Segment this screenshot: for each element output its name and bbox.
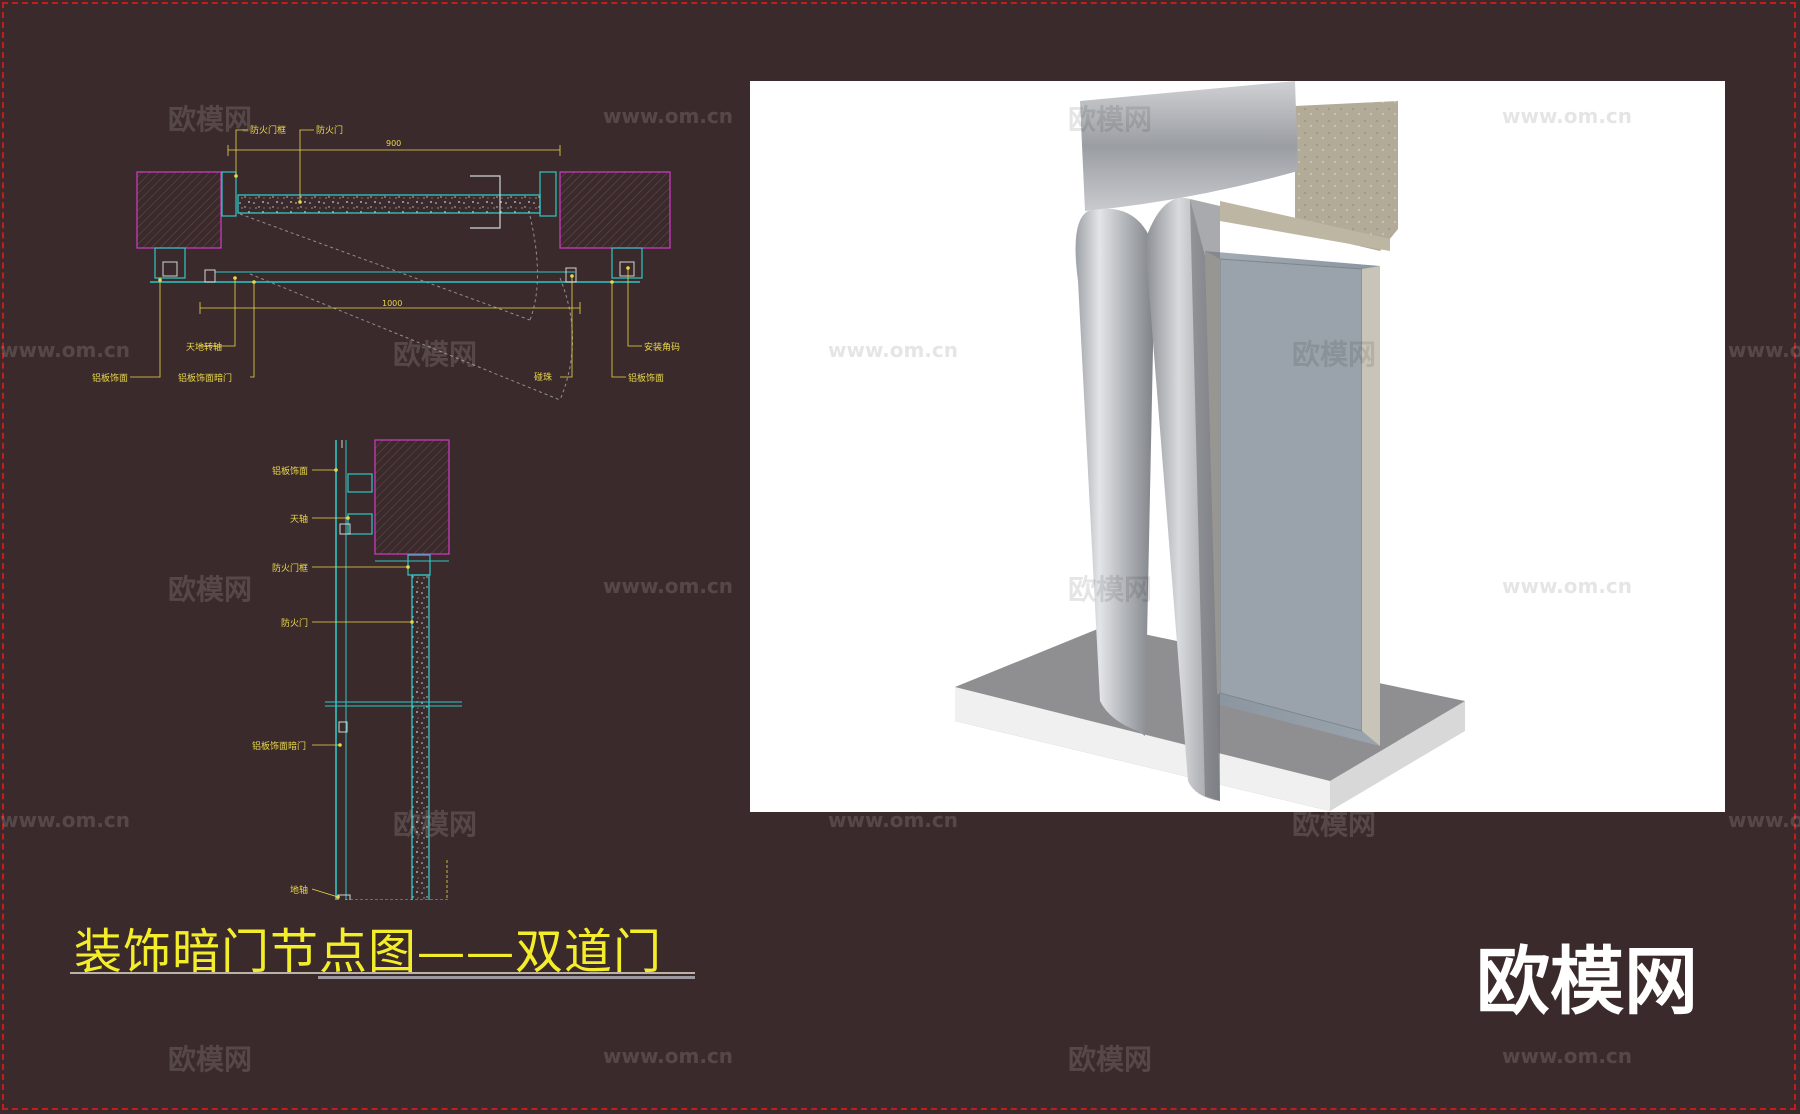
plan-hidden-swing-arc	[559, 277, 573, 401]
watermark-logo: 欧模网	[393, 338, 478, 371]
plan-label-door-stop: 碰珠	[534, 371, 552, 383]
plan-subframe-left	[154, 247, 186, 279]
plan-frame-right	[539, 171, 557, 217]
plan-dim-top: 900	[386, 139, 401, 148]
door-3d-render-graphic	[955, 81, 1465, 811]
watermark-url: www.om.cn	[0, 808, 131, 832]
watermark-url: www.om.cn	[603, 574, 734, 598]
section-fire-door-leaf	[411, 574, 430, 900]
section-label-aluminum-hidden-door: 铝板饰面暗门	[252, 740, 306, 752]
section-label-fire-door-frame: 防火门框	[272, 562, 308, 574]
plan-label-aluminum-hidden-door: 铝板饰面暗门	[178, 372, 232, 384]
watermark-url: www.om.cn	[0, 338, 131, 362]
watermark-logo: 欧模网	[1292, 808, 1377, 841]
plan-view: 900 1000 防火门框 防火门 天地转轴 铝板饰面 铝板饰面暗门 碰珠 安装…	[92, 124, 680, 401]
watermark-logo: 欧模网	[168, 573, 253, 606]
plan-subframe-right	[611, 247, 643, 279]
watermark-url: www.om.cn	[1502, 1044, 1633, 1068]
cad-drawings: 900 1000 防火门框 防火门 天地转轴 铝板饰面 铝板饰面暗门 碰珠 安装…	[92, 124, 680, 900]
title-underline	[70, 972, 695, 974]
plan-label-fire-door-frame: 防火门框	[250, 124, 286, 136]
watermark-url: www.om.cn	[1728, 808, 1800, 832]
section-label-fire-door: 防火门	[281, 617, 308, 629]
section-fire-door-frame	[407, 554, 431, 576]
watermark-url: www.om.cn	[828, 808, 959, 832]
watermark-logo: 欧模网	[1068, 573, 1153, 606]
watermark-url: www.om.cn	[603, 104, 734, 128]
plan-bracket-left	[162, 261, 178, 277]
section-top-pivot-block	[347, 513, 373, 535]
watermark-url: www.om.cn	[828, 338, 959, 362]
plan-label-mounting-bracket: 安装角码	[644, 341, 680, 353]
plan-swing-arc	[529, 215, 538, 321]
section-label-aluminum-finish: 铝板饰面	[272, 465, 308, 477]
watermark-logo: 欧模网	[1292, 338, 1377, 371]
watermark-url: www.om.cn	[1502, 104, 1633, 128]
section-label-floor-pivot: 地轴	[290, 884, 308, 896]
section-label-top-pivot: 天轴	[290, 513, 308, 525]
plan-wall-left	[136, 171, 222, 249]
plan-wall-right	[559, 171, 671, 249]
section-top-subframe	[347, 473, 373, 493]
watermark-logo: 欧模网	[1068, 103, 1153, 136]
watermark-logo: 欧模网	[168, 1043, 253, 1076]
drawing-sheet: 900 1000 防火门框 防火门 天地转轴 铝板饰面 铝板饰面暗门 碰珠 安装…	[0, 0, 1800, 1114]
plan-dim-bottom: 1000	[382, 299, 402, 308]
plan-fire-door-leaf	[237, 194, 541, 214]
plan-label-aluminum-finish-left: 铝板饰面	[92, 372, 128, 384]
brand-logo: 欧模网	[1476, 939, 1698, 1025]
title-underline-secondary	[318, 976, 695, 979]
plan-frame-left	[221, 171, 237, 217]
watermark-logo: 欧模网	[168, 103, 253, 136]
watermark-logo: 欧模网	[393, 808, 478, 841]
watermark-url: www.om.cn	[603, 1044, 734, 1068]
plan-pivot-left	[204, 269, 216, 283]
section-floor-pivot	[337, 894, 351, 900]
watermark-url: www.om.cn	[1728, 338, 1800, 362]
plan-label-ceiling-floor-pivot: 天地转轴	[186, 341, 222, 353]
watermark-logo: 欧模网	[1068, 1043, 1153, 1076]
plan-label-fire-door: 防火门	[316, 124, 343, 136]
section-ceiling-slab	[374, 439, 450, 555]
watermark-url: www.om.cn	[1502, 574, 1633, 598]
door-3d-render	[750, 81, 1725, 812]
plan-label-aluminum-finish-right: 铝板饰面	[628, 372, 664, 384]
